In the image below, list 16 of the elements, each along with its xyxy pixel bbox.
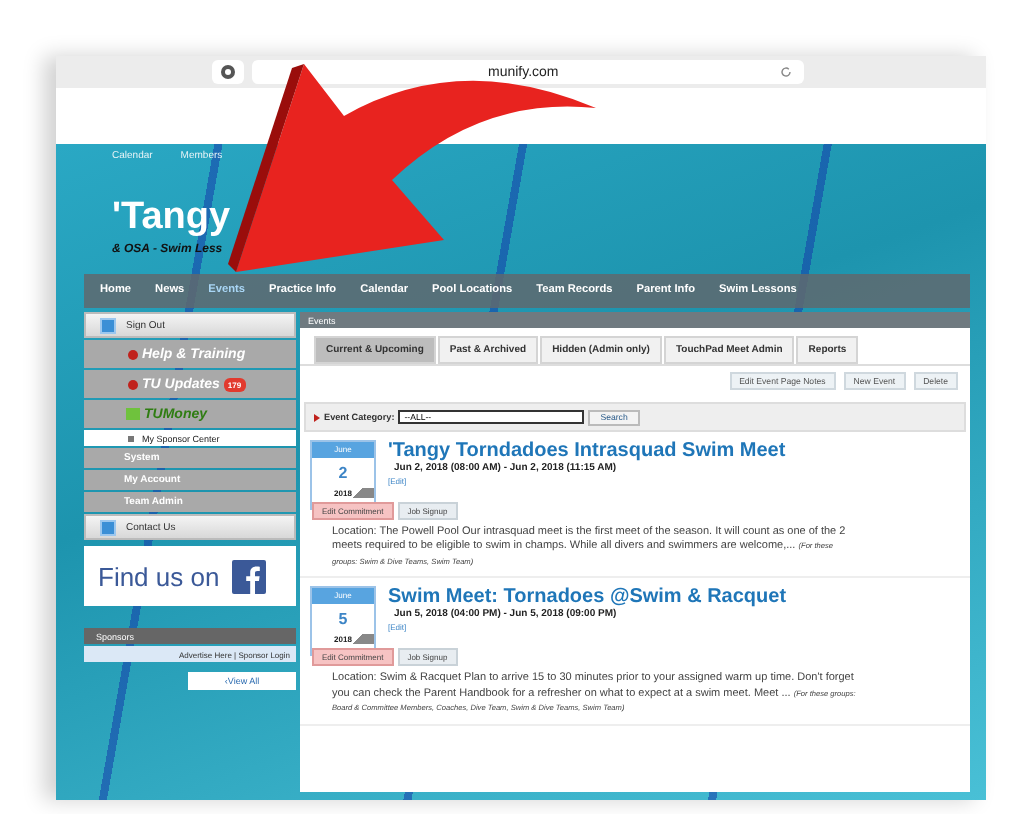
pin-icon[interactable]: [212, 60, 244, 84]
bullet-icon: [128, 349, 138, 359]
facebook-icon: [231, 559, 266, 593]
square-icon: [100, 519, 116, 535]
facebook-banner[interactable]: Find us on: [84, 546, 296, 606]
reload-icon[interactable]: [780, 66, 792, 78]
event-title[interactable]: Swim Meet: Tornadoes @Swim & Racquet: [388, 586, 856, 609]
facebook-text: Find us on: [98, 561, 220, 591]
money-logo-icon: [126, 408, 140, 420]
square-icon: [128, 435, 134, 441]
day-number: 2: [336, 462, 350, 486]
square-icon: [100, 317, 116, 333]
bullet-icon: [128, 379, 138, 389]
day-number: 5: [336, 608, 350, 633]
event-title[interactable]: 'Tangy Torndadoes Intrasquad Swim Meet: [388, 440, 856, 462]
site-title: 'Tangy: [112, 196, 233, 240]
